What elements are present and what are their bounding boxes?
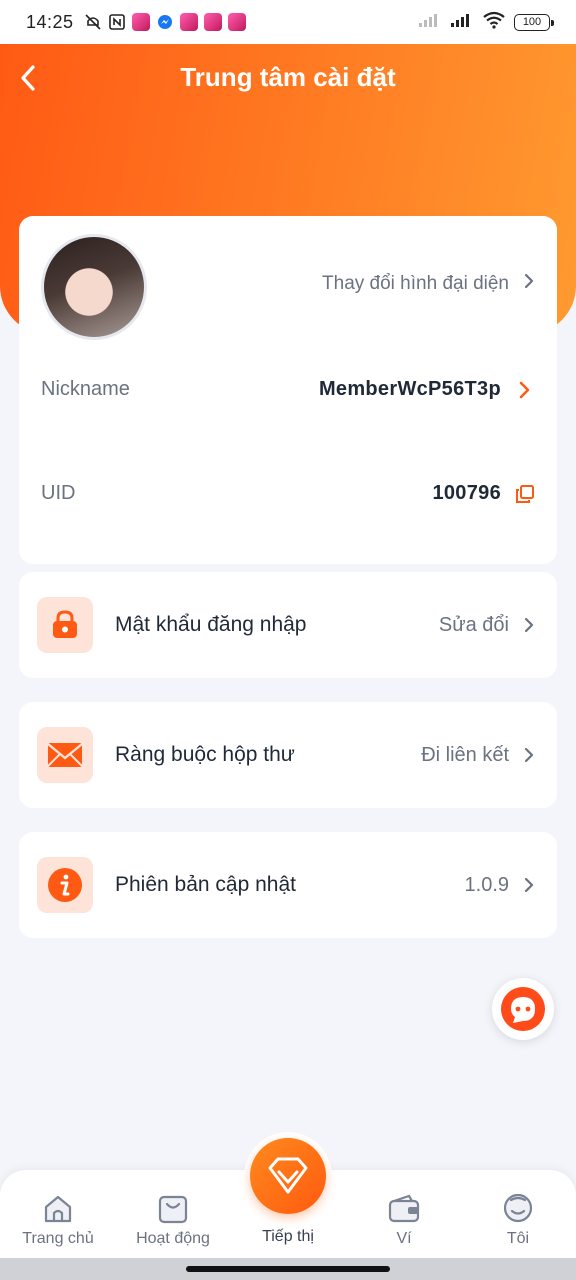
tab-home[interactable]: Trang chủ [8, 1170, 108, 1258]
uid-value: 100796 [432, 482, 501, 504]
profile-icon [503, 1193, 533, 1223]
app-notification-icon [179, 13, 198, 31]
menu-item-label: Mật khẩu đăng nhập [115, 613, 307, 636]
uid-label: UID [41, 482, 76, 504]
tab-promo-label: Tiếp thị [262, 1228, 314, 1245]
tab-home-label: Trang chủ [22, 1230, 94, 1247]
tab-activity[interactable]: Hoạt động [118, 1170, 228, 1258]
menu-item-value: Đi liên kết [421, 743, 509, 766]
no-signal-icon [418, 12, 442, 33]
shopping-bag-icon [158, 1195, 188, 1224]
page-title: Trung tâm cài đặt [180, 62, 396, 92]
nickname-label: Nickname [41, 378, 130, 400]
menu-item-email-binding[interactable]: Ràng buộc hộp thư Đi liên kết [19, 702, 557, 808]
lock-icon [37, 597, 93, 653]
menu-item-version[interactable]: Phiên bản cập nhật 1.0.9 [19, 832, 557, 938]
status-left: 14:25 [26, 12, 246, 33]
customer-service-button[interactable] [492, 978, 554, 1040]
mute-icon [84, 13, 102, 31]
status-right: 100 [418, 11, 554, 34]
copy-icon[interactable] [515, 484, 535, 504]
chevron-right-icon [523, 745, 539, 765]
chevron-right-icon [523, 875, 539, 895]
signal-icon [450, 12, 474, 33]
app-notification-icon [203, 13, 222, 31]
tab-wallet[interactable]: Ví [354, 1170, 454, 1258]
status-time: 14:25 [26, 11, 74, 32]
profile-card: Thay đổi hình đại diện Nickname MemberWc… [19, 216, 557, 564]
messenger-icon [156, 13, 174, 31]
nickname-value: MemberWcP56T3p [318, 378, 501, 400]
info-icon [37, 857, 93, 913]
tab-promo-button[interactable] [250, 1138, 326, 1214]
home-indicator[interactable] [186, 1266, 390, 1272]
change-avatar-label: Thay đổi hình đại diện [322, 273, 509, 294]
tab-me-label: Tôi [506, 1230, 530, 1247]
nfc-icon [108, 13, 126, 31]
battery-icon: 100 [514, 13, 554, 31]
uid-row: UID 100796 [41, 482, 535, 505]
chevron-right-icon [523, 272, 535, 296]
menu-item-value: Sửa đổi [438, 613, 509, 636]
tab-activity-label: Hoạt động [136, 1230, 210, 1247]
app-notification-icon [227, 13, 246, 31]
wifi-icon [482, 11, 506, 34]
status-bar: 14:25 100 [0, 0, 576, 44]
app-notification-icon [131, 13, 150, 31]
menu-item-password[interactable]: Mật khẩu đăng nhập Sửa đổi [19, 572, 557, 678]
home-icon [44, 1195, 72, 1223]
chat-icon [501, 987, 545, 1031]
menu-item-label: Phiên bản cập nhật [115, 873, 296, 896]
wallet-icon [388, 1194, 420, 1223]
menu-item-value: 1.0.9 [464, 873, 509, 896]
diamond-icon [268, 1157, 308, 1194]
tab-me[interactable]: Tôi [468, 1170, 568, 1258]
change-avatar-link[interactable]: Thay đổi hình đại diện [322, 272, 535, 296]
chevron-right-icon [523, 615, 539, 635]
mail-icon [37, 727, 93, 783]
chevron-right-icon [515, 380, 535, 400]
tab-wallet-label: Ví [396, 1230, 412, 1247]
avatar[interactable] [41, 234, 147, 340]
menu-item-label: Ràng buộc hộp thư [115, 743, 295, 766]
nickname-row[interactable]: Nickname MemberWcP56T3p [41, 378, 535, 401]
